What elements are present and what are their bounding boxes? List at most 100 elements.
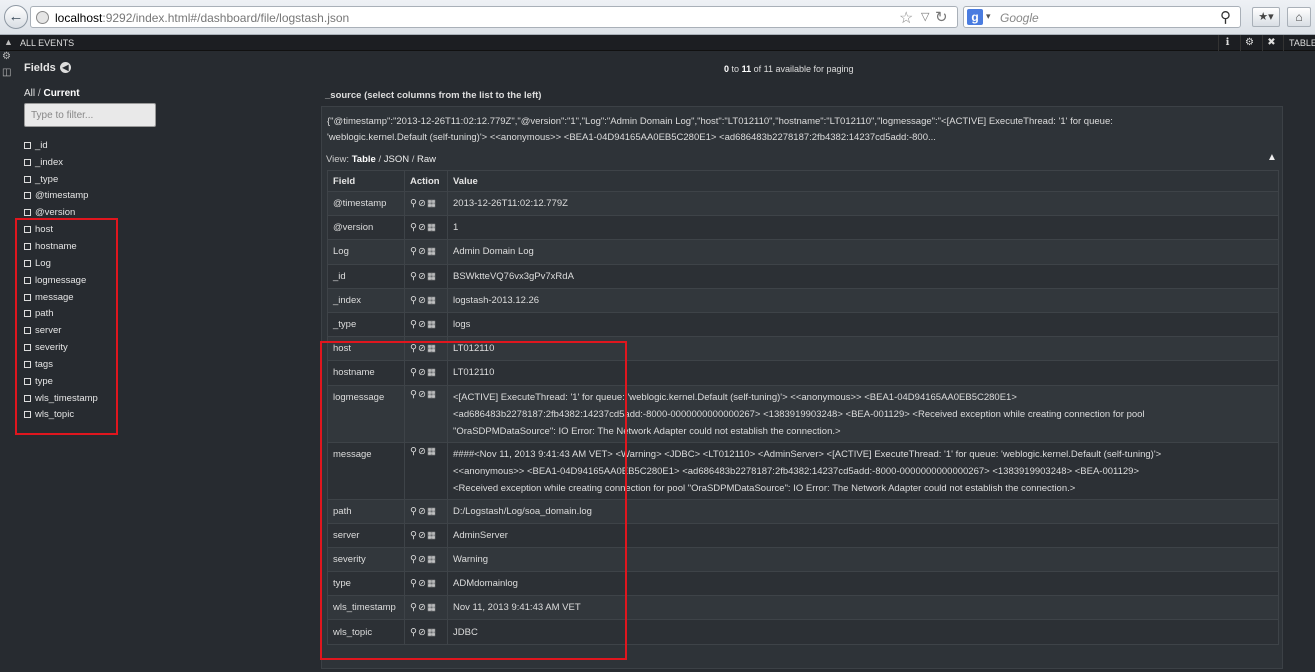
fields-all-link[interactable]: All xyxy=(24,88,35,99)
google-logo-icon[interactable]: g xyxy=(967,9,983,25)
field-list-item[interactable]: wls_topic xyxy=(24,407,98,424)
field-list-item[interactable]: hostname xyxy=(24,238,98,255)
info-icon[interactable]: ℹ xyxy=(1218,35,1236,51)
filter-include-icon[interactable]: ⚲ xyxy=(410,319,417,330)
field-checkbox[interactable] xyxy=(24,293,31,301)
source-preview[interactable]: {"@timestamp":"2013-12-26T11:02:12.779Z"… xyxy=(327,114,1272,146)
field-list-item[interactable]: @timestamp xyxy=(24,188,98,205)
back-button[interactable]: ← xyxy=(4,5,28,29)
field-checkbox[interactable] xyxy=(24,158,31,166)
toggle-column-icon[interactable]: ▦ xyxy=(427,271,436,282)
reload-icon[interactable]: ↻ xyxy=(935,8,948,26)
view-json-link[interactable]: JSON xyxy=(384,154,409,165)
filter-exclude-icon[interactable]: ⊘ xyxy=(418,271,426,282)
filter-include-icon[interactable]: ⚲ xyxy=(410,389,417,400)
filter-include-icon[interactable]: ⚲ xyxy=(410,222,417,233)
field-list-item[interactable]: path xyxy=(24,305,98,322)
history-dropdown-icon[interactable]: ▽ xyxy=(921,10,929,23)
field-checkbox[interactable] xyxy=(24,377,31,385)
collapse-up-icon[interactable]: ▲ xyxy=(1267,152,1277,163)
settings-gear-icon[interactable]: ⚙ xyxy=(1240,35,1258,51)
home-button[interactable]: ⌂ xyxy=(1287,7,1311,27)
toggle-column-icon[interactable]: ▦ xyxy=(427,446,436,457)
field-list-item[interactable]: severity xyxy=(24,339,98,356)
filter-include-icon[interactable]: ⚲ xyxy=(410,530,417,541)
filter-exclude-icon[interactable]: ⊘ xyxy=(418,389,426,400)
site-identity-icon[interactable] xyxy=(36,11,49,24)
filter-include-icon[interactable]: ⚲ xyxy=(410,246,417,257)
toggle-column-icon[interactable]: ▦ xyxy=(427,198,436,209)
toggle-column-icon[interactable]: ▦ xyxy=(427,222,436,233)
filter-include-icon[interactable]: ⚲ xyxy=(410,602,417,613)
bookmarks-menu-button[interactable]: ★▾ xyxy=(1252,7,1280,27)
filter-exclude-icon[interactable]: ⊘ xyxy=(418,446,426,457)
toggle-column-icon[interactable]: ▦ xyxy=(427,389,436,400)
filter-include-icon[interactable]: ⚲ xyxy=(410,271,417,282)
field-list-item[interactable]: host xyxy=(24,221,98,238)
toggle-column-icon[interactable]: ▦ xyxy=(427,506,436,517)
field-list-item[interactable]: _index xyxy=(24,154,98,171)
magnifier-icon[interactable]: ⚲ xyxy=(1220,8,1231,26)
filter-exclude-icon[interactable]: ⊘ xyxy=(418,222,426,233)
toggle-column-icon[interactable]: ▦ xyxy=(427,343,436,354)
source-column-header[interactable]: _source (select columns from the list to… xyxy=(325,90,541,101)
field-checkbox[interactable] xyxy=(24,175,31,183)
toggle-column-icon[interactable]: ▦ xyxy=(427,319,436,330)
columns-icon[interactable]: ◫ xyxy=(2,67,11,78)
field-list-item[interactable]: @version xyxy=(24,204,98,221)
close-icon[interactable]: ✖ xyxy=(1262,35,1280,51)
collapse-row-icon[interactable]: ▲ xyxy=(4,37,13,47)
search-engine-dropdown-icon[interactable]: ▾ xyxy=(986,11,991,22)
toggle-column-icon[interactable]: ▦ xyxy=(427,295,436,306)
filter-exclude-icon[interactable]: ⊘ xyxy=(418,198,426,209)
field-checkbox[interactable] xyxy=(24,411,31,419)
filter-include-icon[interactable]: ⚲ xyxy=(410,446,417,457)
filter-exclude-icon[interactable]: ⊘ xyxy=(418,246,426,257)
field-checkbox[interactable] xyxy=(24,276,31,284)
filter-exclude-icon[interactable]: ⊘ xyxy=(418,319,426,330)
filter-exclude-icon[interactable]: ⊘ xyxy=(418,602,426,613)
toggle-column-icon[interactable]: ▦ xyxy=(427,246,436,257)
filter-exclude-icon[interactable]: ⊘ xyxy=(418,554,426,565)
filter-include-icon[interactable]: ⚲ xyxy=(410,554,417,565)
filter-exclude-icon[interactable]: ⊘ xyxy=(418,506,426,517)
fields-collapse-icon[interactable]: ◀ xyxy=(60,62,71,73)
bookmark-star-icon[interactable]: ☆ xyxy=(899,8,913,28)
toggle-column-icon[interactable]: ▦ xyxy=(427,602,436,613)
field-checkbox[interactable] xyxy=(24,327,31,335)
field-filter-input[interactable] xyxy=(24,103,156,127)
filter-include-icon[interactable]: ⚲ xyxy=(410,367,417,378)
search-bar[interactable]: g ▾ Google ⚲ xyxy=(963,6,1241,28)
filter-exclude-icon[interactable]: ⊘ xyxy=(418,295,426,306)
filter-exclude-icon[interactable]: ⊘ xyxy=(418,367,426,378)
field-checkbox[interactable] xyxy=(24,259,31,267)
field-list-item[interactable]: _type xyxy=(24,171,98,188)
fields-current-link[interactable]: Current xyxy=(43,88,79,99)
field-checkbox[interactable] xyxy=(24,226,31,234)
filter-include-icon[interactable]: ⚲ xyxy=(410,198,417,209)
field-checkbox[interactable] xyxy=(24,344,31,352)
field-list-item[interactable]: Log xyxy=(24,255,98,272)
filter-exclude-icon[interactable]: ⊘ xyxy=(418,343,426,354)
address-bar[interactable]: localhost:9292/index.html#/dashboard/fil… xyxy=(30,6,958,28)
field-checkbox[interactable] xyxy=(24,209,31,217)
filter-exclude-icon[interactable]: ⊘ xyxy=(418,530,426,541)
toggle-column-icon[interactable]: ▦ xyxy=(427,367,436,378)
field-list-item[interactable]: server xyxy=(24,322,98,339)
toggle-column-icon[interactable]: ▦ xyxy=(427,530,436,541)
view-table-link[interactable]: Table xyxy=(352,154,376,165)
filter-exclude-icon[interactable]: ⊘ xyxy=(418,627,426,638)
field-list-item[interactable]: logmessage xyxy=(24,272,98,289)
field-checkbox[interactable] xyxy=(24,242,31,250)
row-settings-icon[interactable]: ⚙ xyxy=(2,51,11,62)
filter-include-icon[interactable]: ⚲ xyxy=(410,295,417,306)
filter-exclude-icon[interactable]: ⊘ xyxy=(418,578,426,589)
field-checkbox[interactable] xyxy=(24,192,31,200)
field-list-item[interactable]: _id xyxy=(24,137,98,154)
toggle-column-icon[interactable]: ▦ xyxy=(427,627,436,638)
field-checkbox[interactable] xyxy=(24,141,31,149)
field-list-item[interactable]: tags xyxy=(24,356,98,373)
filter-include-icon[interactable]: ⚲ xyxy=(410,506,417,517)
field-checkbox[interactable] xyxy=(24,360,31,368)
view-raw-link[interactable]: Raw xyxy=(417,154,436,165)
